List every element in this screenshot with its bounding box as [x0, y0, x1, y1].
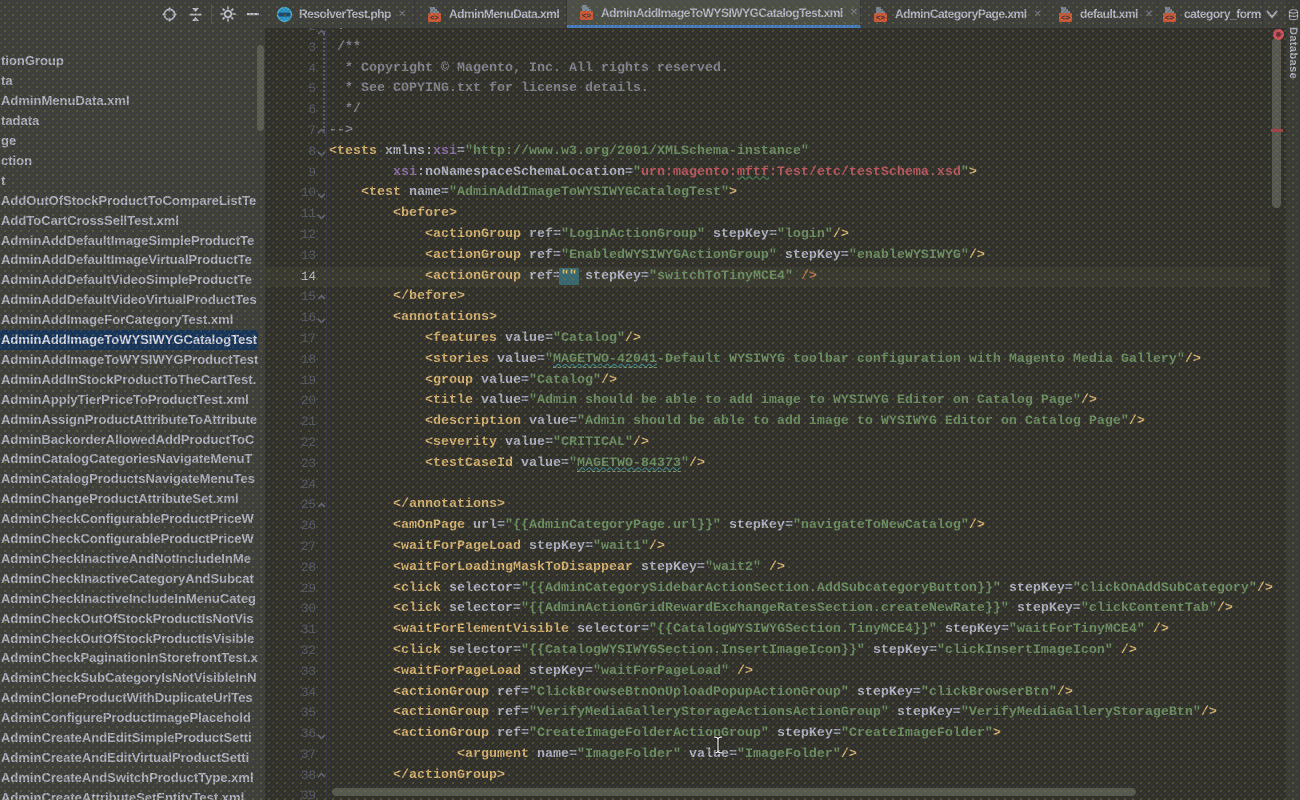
svg-text:<>: <>	[1061, 15, 1071, 22]
svg-text:<>: <>	[430, 15, 440, 22]
svg-text:<>: <>	[1165, 15, 1175, 22]
svg-text:<>: <>	[876, 15, 886, 22]
svg-text:<>: <>	[582, 13, 592, 20]
